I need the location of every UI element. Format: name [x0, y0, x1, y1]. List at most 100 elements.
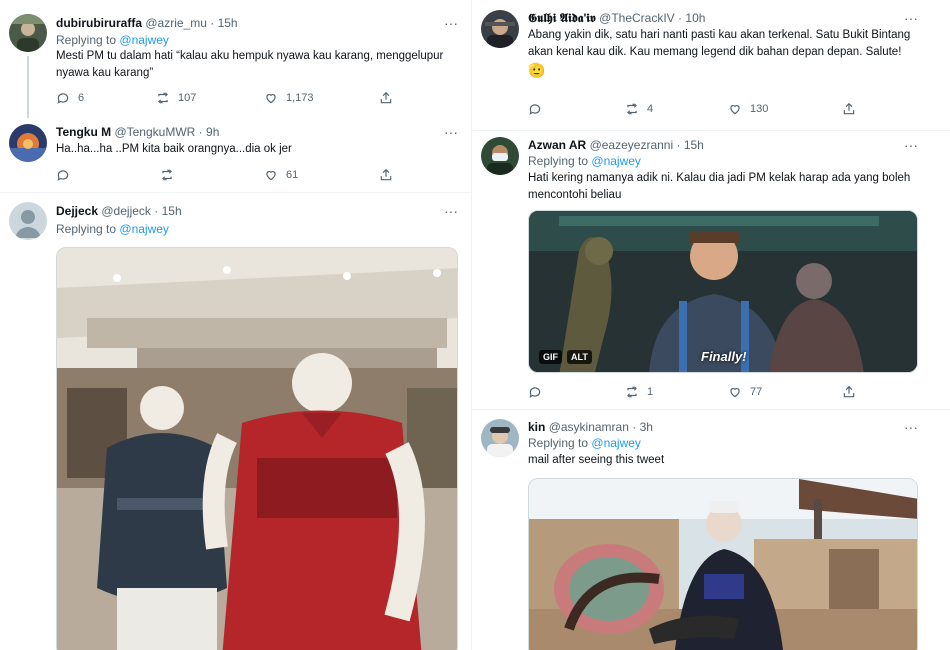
- avatar[interactable]: [481, 419, 519, 457]
- tweet-time[interactable]: 9h: [206, 125, 219, 139]
- tweet-actions: 61: [56, 167, 456, 183]
- thread-line: [27, 56, 29, 118]
- share-button[interactable]: [379, 90, 393, 106]
- left-timeline-column: dubirubiruraffa @azrie_mu · 15h ··· Repl…: [0, 0, 471, 650]
- tweet-azwan-ar[interactable]: Azwan AR @eazeyezranni · 15h ··· Replyin…: [472, 131, 950, 409]
- share-button[interactable]: [842, 384, 856, 400]
- tweet-text: Hati kering namanya adik ni. Kalau dia j…: [528, 172, 911, 201]
- tweet-kin[interactable]: kin @asykinamran · 3h ··· Replying to @n…: [472, 410, 950, 650]
- tweet-text: Mesti PM tu dalam hati “kalau aku hempuk…: [56, 50, 444, 79]
- alt-button[interactable]: ALT: [567, 350, 592, 364]
- reply-icon: [529, 104, 541, 115]
- like-icon: [266, 171, 276, 181]
- reply-context: Replying to @najwey: [56, 33, 169, 47]
- tweet-time[interactable]: 15h: [684, 138, 704, 152]
- like-button[interactable]: 1,173: [264, 90, 314, 106]
- tweet-dubirubiruraffa[interactable]: dubirubiruraffa @azrie_mu · 15h ··· Repl…: [0, 0, 471, 118]
- more-icon[interactable]: ···: [444, 125, 458, 141]
- tweet-text: mail after seeing this tweet: [528, 454, 665, 466]
- like-button[interactable]: 130: [728, 101, 768, 117]
- author-handle[interactable]: @TengkuMWR: [114, 125, 195, 139]
- mention-link[interactable]: @najwey: [119, 33, 169, 47]
- retweet-icon: [162, 169, 172, 181]
- reply-button[interactable]: [528, 101, 542, 117]
- right-timeline-column: 𝕲𝖚𝖑𝖍𝖎 𝕬𝖎𝖉𝖆'𝖎𝖛 @TheCrackIV · 10h ··· Aban…: [472, 0, 950, 650]
- author-name[interactable]: 𝕲𝖚𝖑𝖍𝖎 𝕬𝖎𝖉𝖆'𝖎𝖛: [528, 11, 596, 25]
- tweet-time[interactable]: 10h: [685, 11, 705, 25]
- avatar[interactable]: [481, 137, 519, 175]
- author-name[interactable]: Azwan AR: [528, 138, 586, 152]
- share-button[interactable]: [842, 101, 856, 117]
- like-count: 61: [286, 169, 299, 181]
- author-handle[interactable]: @dejjeck: [101, 204, 151, 218]
- retweet-icon: [158, 92, 168, 104]
- tweet-time[interactable]: 15h: [162, 204, 182, 218]
- retweet-count: 107: [178, 92, 197, 104]
- avatar[interactable]: [9, 202, 47, 240]
- retweet-icon: [627, 103, 637, 115]
- reply-icon: [57, 93, 69, 104]
- like-icon: [266, 94, 276, 104]
- share-icon: [380, 168, 392, 181]
- avatar[interactable]: [481, 10, 519, 48]
- share-icon: [380, 91, 392, 104]
- reply-count: 6: [78, 92, 85, 104]
- retweet-button[interactable]: 107: [156, 90, 196, 106]
- reply-context: Replying to @najwey: [528, 436, 641, 450]
- like-count: 130: [750, 103, 769, 115]
- like-count: 1,173: [286, 92, 314, 104]
- gif-badges: GIF ALT: [539, 350, 592, 364]
- reply-button[interactable]: [528, 384, 542, 400]
- like-icon: [730, 105, 740, 115]
- more-icon[interactable]: ···: [904, 11, 918, 27]
- retweet-button[interactable]: 1: [625, 384, 653, 400]
- author-handle[interactable]: @azrie_mu: [145, 16, 207, 30]
- more-icon[interactable]: ···: [444, 16, 458, 32]
- author-name[interactable]: Dejjeck: [56, 204, 98, 218]
- mention-link[interactable]: @najwey: [591, 436, 641, 450]
- share-icon: [843, 385, 855, 398]
- tweet-text: Abang yakin dik, satu hari nanti pasti k…: [528, 29, 911, 58]
- reply-button[interactable]: 6: [56, 90, 84, 106]
- tweet-thecrackiv[interactable]: 𝕲𝖚𝖑𝖍𝖎 𝕬𝖎𝖉𝖆'𝖎𝖛 @TheCrackIV · 10h ··· Aban…: [472, 0, 950, 130]
- author-name[interactable]: kin: [528, 420, 545, 434]
- tweet-gif[interactable]: GIF ALT Finally!: [528, 210, 918, 373]
- author-handle[interactable]: @TheCrackIV: [599, 11, 675, 25]
- reply-button[interactable]: [56, 167, 70, 183]
- retweet-button[interactable]: [160, 167, 174, 183]
- reply-context: Replying to @najwey: [56, 222, 169, 236]
- more-icon[interactable]: ···: [444, 204, 458, 220]
- like-button[interactable]: 77: [728, 384, 762, 400]
- retweet-count: 1: [647, 386, 654, 398]
- author-handle[interactable]: @asykinamran: [549, 420, 629, 434]
- more-icon[interactable]: ···: [904, 138, 918, 154]
- mention-link[interactable]: @najwey: [119, 222, 169, 236]
- reply-icon: [57, 170, 69, 181]
- gif-caption: Finally!: [701, 349, 747, 364]
- tweet-actions: 6 107 1,173: [56, 90, 456, 106]
- tweet-time[interactable]: 3h: [640, 420, 653, 434]
- retweet-button[interactable]: 4: [625, 101, 653, 117]
- like-button[interactable]: 61: [264, 167, 298, 183]
- tweet-text: Ha..ha...ha ..PM kita baik orangnya...di…: [56, 143, 292, 155]
- tweet-time[interactable]: 15h: [218, 16, 238, 30]
- tweet-actions: 4 130: [528, 101, 928, 117]
- retweet-count: 4: [647, 103, 654, 115]
- author-name[interactable]: Tengku M: [56, 125, 111, 139]
- share-button[interactable]: [379, 167, 393, 183]
- like-count: 77: [750, 386, 763, 398]
- share-icon: [843, 102, 855, 115]
- author-handle[interactable]: @eazeyezranni: [590, 138, 674, 152]
- reply-context: Replying to @najwey: [528, 154, 641, 168]
- mention-link[interactable]: @najwey: [591, 154, 641, 168]
- tweet-photo[interactable]: [528, 478, 918, 650]
- retweet-icon: [627, 386, 637, 398]
- more-icon[interactable]: ···: [904, 420, 918, 436]
- gif-label: GIF: [539, 350, 562, 364]
- author-name[interactable]: dubirubiruraffa: [56, 16, 142, 30]
- tweet-photo[interactable]: [56, 247, 458, 650]
- tweet-dejjeck[interactable]: Dejjeck @dejjeck · 15h ··· Replying to @…: [0, 193, 471, 650]
- avatar[interactable]: [9, 14, 47, 52]
- avatar[interactable]: [9, 124, 47, 162]
- tweet-tengku-m[interactable]: Tengku M @TengkuMWR · 9h ··· Ha..ha...ha…: [0, 118, 471, 192]
